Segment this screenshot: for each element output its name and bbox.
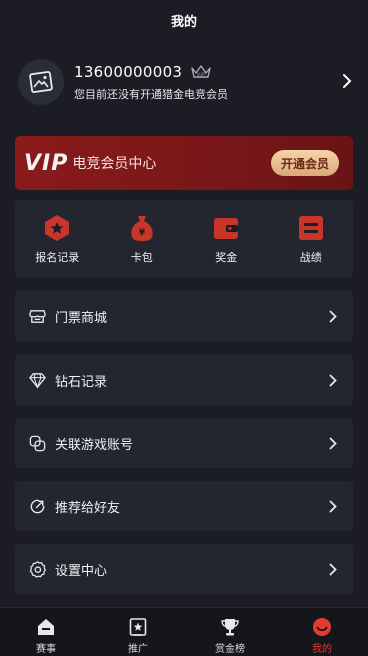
- tab-label-events: 赛事: [36, 644, 56, 655]
- chevron-right-icon: [329, 374, 337, 386]
- quick-item-bonus[interactable]: 奖金: [184, 200, 269, 277]
- share-icon: [30, 499, 45, 513]
- link-icon: [29, 435, 46, 451]
- vip-banner[interactable]: VIP 电竞会员中心 开通会员: [15, 136, 353, 190]
- tab-mine[interactable]: 我的: [276, 608, 368, 656]
- quick-label-signup-records: 报名记录: [35, 251, 80, 264]
- menu-item-link-game-account[interactable]: 关联游戏账号: [15, 418, 353, 468]
- quick-actions: 报名记录 ¥ 卡包 奖金 战绩: [15, 200, 353, 277]
- chevron-right-icon: [329, 310, 337, 322]
- quick-label-bonus: 奖金: [215, 251, 238, 264]
- profile-icon: [313, 618, 331, 636]
- menu-label-link-game-account: 关联游戏账号: [55, 437, 134, 453]
- profile-card[interactable]: 13600000003 VIP 您目前还没有开通猎金电竞会员: [0, 46, 368, 118]
- vip-logo: VIP: [24, 150, 69, 176]
- menu-item-ticket-store[interactable]: 门票商城: [15, 291, 353, 341]
- tab-label-promote: 推广: [128, 644, 148, 655]
- page-title: 我的: [170, 14, 197, 30]
- money-bag-icon: ¥: [131, 216, 153, 241]
- crown-icon: VIP: [190, 64, 212, 80]
- store-icon: [29, 309, 46, 323]
- menu-item-recommend-friends[interactable]: 推荐给好友: [15, 481, 353, 531]
- wallet-icon: [214, 218, 239, 239]
- promote-icon: [129, 618, 147, 636]
- quick-label-card-wallet: 卡包: [130, 251, 153, 264]
- home-icon: [38, 619, 54, 635]
- quick-item-card-wallet[interactable]: ¥ 卡包: [100, 200, 185, 277]
- tab-events[interactable]: 赛事: [0, 608, 92, 656]
- gear-icon: [29, 560, 47, 578]
- page-header: 我的: [0, 0, 368, 40]
- menu-item-diamond-records[interactable]: 钻石记录: [15, 355, 353, 405]
- user-phone: 13600000003: [74, 62, 183, 81]
- tab-label-bounty-board: 赏金榜: [215, 644, 245, 655]
- menu-label-diamond-records: 钻石记录: [55, 374, 108, 390]
- chevron-right-icon: [329, 437, 337, 449]
- diamond-icon: [29, 372, 46, 389]
- vip-banner-title: 电竞会员中心: [72, 156, 157, 172]
- trophy-icon: [221, 619, 239, 636]
- quick-item-records[interactable]: 战绩: [269, 200, 354, 277]
- image-placeholder-icon: [29, 71, 53, 93]
- menu-label-settings: 设置中心: [55, 563, 108, 579]
- tab-promote[interactable]: 推广: [92, 608, 184, 656]
- svg-text:VIP: VIP: [197, 72, 205, 78]
- chevron-right-icon: [329, 563, 337, 575]
- chevron-right-icon[interactable]: [342, 73, 352, 89]
- quick-item-signup-records[interactable]: 报名记录: [15, 200, 100, 277]
- svg-text:¥: ¥: [139, 228, 146, 238]
- open-membership-button[interactable]: 开通会员: [270, 150, 339, 176]
- vip-status-text: 您目前还没有开通猎金电竞会员: [74, 87, 228, 101]
- bottom-tab-bar: 赛事 推广 赏金榜 我的: [0, 607, 368, 656]
- tab-label-mine: 我的: [312, 644, 332, 655]
- quick-label-records: 战绩: [299, 251, 322, 264]
- chevron-right-icon: [329, 500, 337, 512]
- menu-label-ticket-store: 门票商城: [55, 310, 108, 326]
- avatar[interactable]: [18, 59, 64, 105]
- star-hexagon-icon: [45, 215, 70, 241]
- menu-item-settings[interactable]: 设置中心: [15, 544, 353, 594]
- tab-bounty-board[interactable]: 赏金榜: [184, 608, 276, 656]
- menu-label-recommend-friends: 推荐给好友: [55, 500, 121, 516]
- record-icon: [298, 216, 323, 240]
